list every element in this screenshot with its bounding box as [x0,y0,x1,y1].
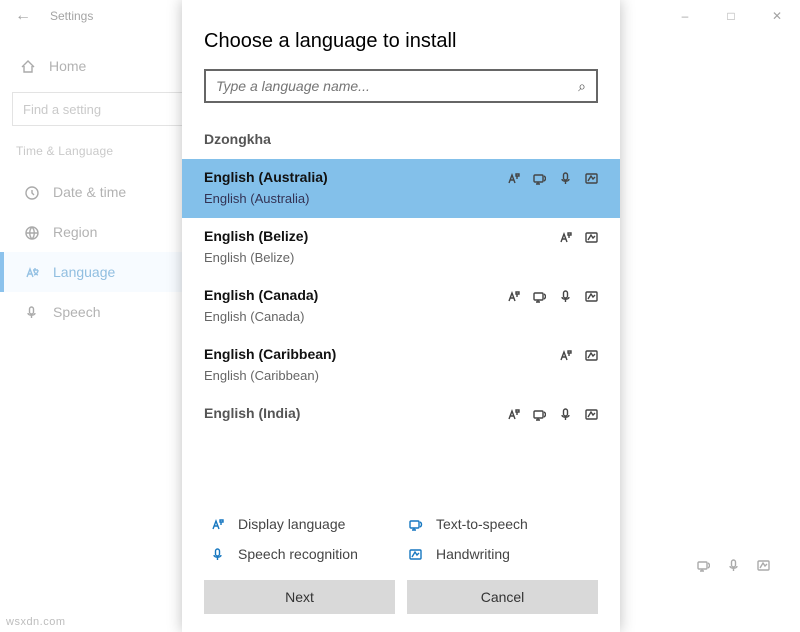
language-native: English (Caribbean) [204,368,598,383]
cancel-button[interactable]: Cancel [407,580,598,614]
tts-icon [532,171,546,185]
display-icon [506,171,520,185]
language-install-dialog: Choose a language to install ⌕ Dzongkha E… [182,0,620,632]
language-native: English (Australia) [204,191,598,206]
hand-icon [584,289,598,303]
language-name: English (Caribbean) [204,346,598,362]
hand-icon [584,407,598,421]
hand-icon [584,348,598,362]
watermark: wsxdn.com [6,616,66,628]
language-native: English (Belize) [204,250,598,265]
language-search[interactable]: ⌕ [204,69,598,103]
display-icon [558,230,572,244]
display-lang-icon [208,517,226,532]
language-option[interactable]: Dzongkha [182,121,620,159]
language-name: Dzongkha [204,131,598,147]
legend-label: Text-to-speech [436,516,528,532]
language-option[interactable]: English (Belize) English (Belize) [182,218,620,277]
language-option[interactable]: English (Canada)English (Canada) [182,277,620,336]
tts-icon [532,289,546,303]
tts-icon [406,517,424,532]
mic-icon [208,547,226,562]
hand-icon [584,230,598,244]
speech-icon [558,171,572,185]
legend-label: Speech recognition [238,546,358,562]
language-search-input[interactable] [216,78,578,94]
language-option[interactable]: English (India) [182,395,620,421]
capability-legend: Display language Text-to-speech Speech r… [182,503,620,570]
tts-icon [532,407,546,421]
language-option[interactable]: English (Australia)English (Australia) [182,159,620,218]
hand-icon [584,171,598,185]
language-native: English (Canada) [204,309,598,324]
language-option[interactable]: English (Caribbean) English (Caribbean) [182,336,620,395]
legend-label: Display language [238,516,345,532]
dialog-title: Choose a language to install [182,0,620,69]
language-name: English (Belize) [204,228,598,244]
display-icon [506,289,520,303]
speech-icon [558,407,572,421]
next-button[interactable]: Next [204,580,395,614]
legend-label: Handwriting [436,546,510,562]
language-list[interactable]: Dzongkha English (Australia)English (Aust… [182,121,620,503]
handwriting-icon [406,547,424,562]
speech-icon [558,289,572,303]
display-icon [506,407,520,421]
search-icon: ⌕ [578,78,586,95]
display-icon [558,348,572,362]
